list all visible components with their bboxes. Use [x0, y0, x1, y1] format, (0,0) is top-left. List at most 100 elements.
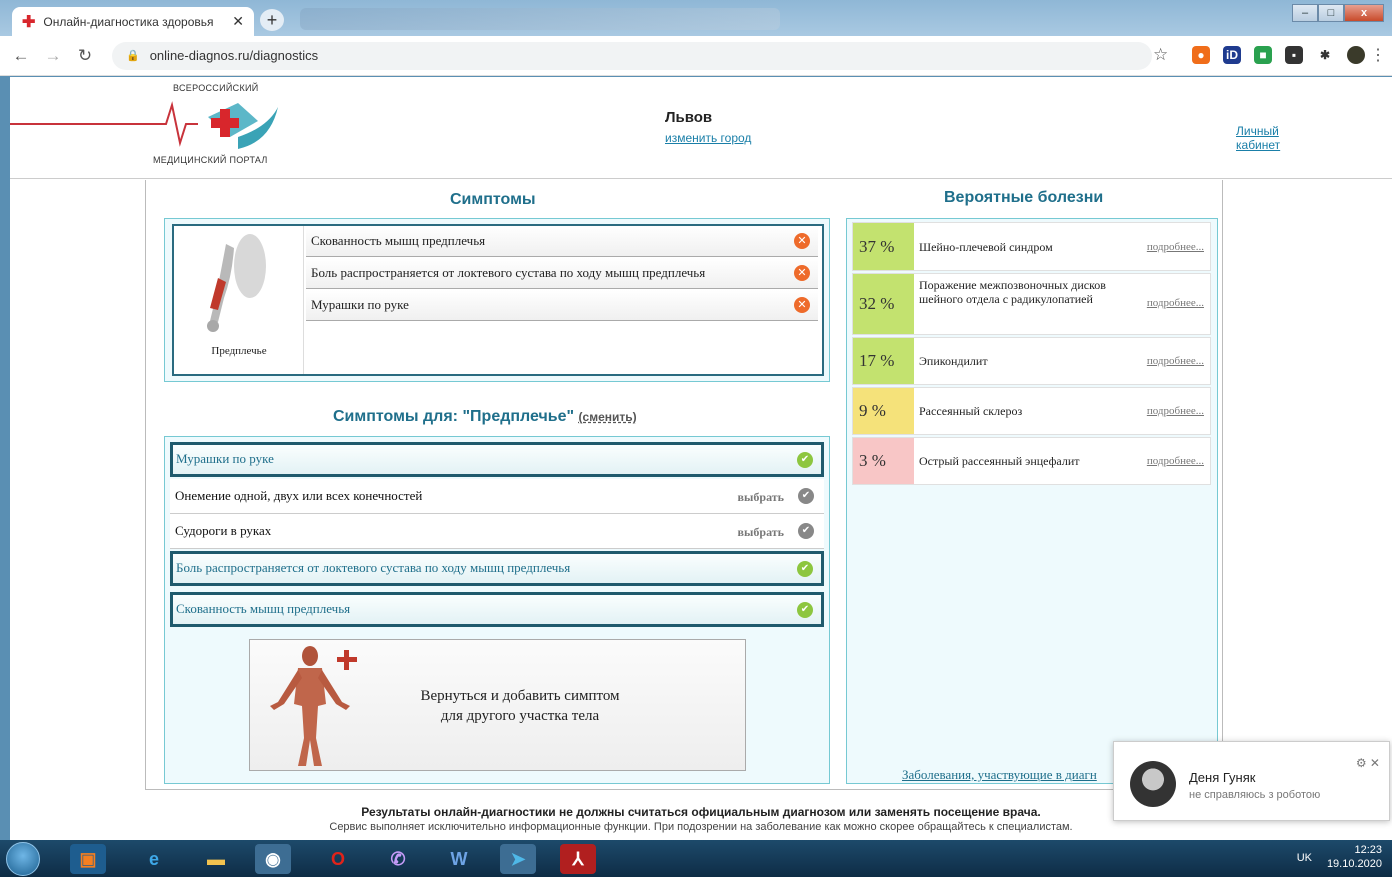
selected-symptom-row: Мурашки по руке ✕: [306, 290, 818, 321]
extension-icon[interactable]: iD: [1223, 46, 1241, 64]
url-text: online-diagnos.ru/diagnostics: [149, 48, 319, 63]
language-indicator[interactable]: UK: [1297, 852, 1312, 864]
more-link[interactable]: подробнее...: [1147, 355, 1204, 367]
system-clock[interactable]: 12:23 19.10.2020: [1327, 843, 1382, 871]
option-text: Мурашки по руке: [176, 451, 274, 466]
close-window-button[interactable]: x: [1344, 4, 1384, 22]
browser-tab-active[interactable]: ✚ Онлайн-диагностика здоровья ✕: [12, 7, 254, 36]
back-line-1: Вернуться и добавить симптом: [420, 688, 620, 704]
url-field[interactable]: 🔒 online-diagnos.ru/diagnostics: [112, 41, 1152, 70]
selected-symptom-row: Скованность мышц предплечья ✕: [306, 226, 818, 257]
disease-percent: 32 %: [853, 274, 914, 334]
pick-button[interactable]: выбрать: [738, 490, 784, 505]
sender-name: Деня Гуняк: [1189, 770, 1256, 785]
disease-name: Острый рассеянный энцефалит: [919, 454, 1080, 468]
forward-arrow-icon[interactable]: →: [42, 46, 64, 66]
extension-icon[interactable]: ●: [1192, 46, 1210, 64]
option-text: Боль распространяется от локтевого суста…: [176, 560, 571, 575]
disease-row[interactable]: 37 % Шейно-плечевой синдром подробнее...: [852, 222, 1211, 271]
symptom-option-selected[interactable]: Скованность мышц предплечья ✔: [170, 592, 824, 627]
remove-symptom-icon[interactable]: ✕: [794, 233, 810, 249]
check-icon: ✔: [798, 488, 814, 504]
disease-row[interactable]: 3 % Острый рассеянный энцефалит подробне…: [852, 437, 1211, 485]
symptom-option[interactable]: Онемение одной, двух или всех конечносте…: [170, 479, 824, 514]
clock-date: 19.10.2020: [1326, 858, 1382, 870]
outlook-app-icon[interactable]: ▣: [70, 844, 106, 874]
diseases-panel: 37 % Шейно-плечевой синдром подробнее...…: [846, 218, 1218, 784]
lock-icon: 🔒: [126, 50, 140, 62]
avatar: [1130, 761, 1176, 807]
change-body-part-link[interactable]: (сменить): [579, 410, 637, 424]
opera-app-icon[interactable]: O: [320, 844, 356, 874]
maximize-button[interactable]: □: [1318, 4, 1344, 22]
medical-cross-favicon-icon: ✚: [22, 13, 36, 31]
symptom-option-selected[interactable]: Мурашки по руке ✔: [170, 442, 824, 477]
disease-name: Поражение межпозвоночных дисков шейного …: [919, 278, 1106, 306]
more-link[interactable]: подробнее...: [1147, 241, 1204, 253]
chat-notification[interactable]: Деня Гуняк не справляюсь з роботою ⚙ ✕: [1113, 741, 1390, 821]
forearm-figure-icon: [207, 234, 266, 332]
telegram-app-icon[interactable]: ➤: [500, 844, 536, 874]
logo-text-top: ВСЕРОССИЙСКИЙ: [173, 83, 259, 93]
symptom-option[interactable]: Судороги в руках выбрать ✔: [170, 514, 824, 549]
notification-close-icon[interactable]: ⚙ ✕: [1356, 756, 1380, 770]
disease-row[interactable]: 32 % Поражение межпозвоночных дисков шей…: [852, 273, 1211, 335]
personal-cabinet-link[interactable]: Личный кабинет: [1236, 124, 1296, 152]
logo-pulse-line: [10, 123, 160, 125]
explorer-folder-icon[interactable]: ▬: [198, 844, 234, 874]
disease-name: Рассеянный склероз: [919, 404, 1023, 418]
more-link[interactable]: подробнее...: [1147, 297, 1204, 309]
reload-icon[interactable]: ↻: [74, 46, 96, 66]
menu-kebab-icon[interactable]: ⋮: [1370, 45, 1386, 65]
symptom-text: Скованность мышц предплечья: [311, 233, 486, 248]
word-app-icon[interactable]: W: [441, 844, 477, 874]
change-city-link[interactable]: изменить город: [665, 131, 751, 145]
option-text: Судороги в руках: [175, 523, 272, 538]
more-link[interactable]: подробнее...: [1147, 455, 1204, 467]
tab-title: Онлайн-диагностика здоровья: [43, 14, 214, 29]
browser-tab-strip: ✚ Онлайн-диагностика здоровья ✕ + – □ x: [0, 0, 1392, 36]
tab-close-icon[interactable]: ✕: [232, 13, 244, 30]
option-text: Онемение одной, двух или всех конечносте…: [175, 488, 423, 503]
disclaimer-text: Сервис выполняет исключительно информаци…: [329, 821, 1073, 833]
viber-app-icon[interactable]: ✆: [380, 844, 416, 874]
selected-symptoms-panel: Предплечье Скованность мышц предплечья ✕…: [164, 218, 830, 382]
start-button[interactable]: [6, 842, 40, 876]
logo-icon: [158, 101, 278, 149]
disease-name: Эпикондилит: [919, 354, 988, 368]
back-line-2: для другого участка тела: [440, 708, 600, 724]
symptom-options-panel: Мурашки по руке ✔ Онемение одной, двух и…: [164, 436, 830, 784]
ie-app-icon[interactable]: e: [136, 844, 172, 874]
window-controls: – □ x: [1292, 4, 1384, 22]
bookmark-star-icon[interactable]: ☆: [1153, 45, 1168, 65]
extension-icon[interactable]: ■: [1254, 46, 1272, 64]
remove-symptom-icon[interactable]: ✕: [794, 265, 810, 281]
disease-percent: 17 %: [853, 338, 914, 384]
disease-row[interactable]: 17 % Эпикондилит подробнее...: [852, 337, 1211, 385]
disease-row[interactable]: 9 % Рассеянный склероз подробнее...: [852, 387, 1211, 435]
more-link[interactable]: подробнее...: [1147, 405, 1204, 417]
chrome-app-icon[interactable]: ◉: [255, 844, 291, 874]
body-part-label: Предплечье: [211, 345, 267, 357]
extensions-area: ● iD ■ ▪ ✱: [1192, 46, 1365, 64]
windows-taskbar: ▣ e ▬ ◉ O ✆ W ➤ ⅄ UK 12:23 19.10.2020: [0, 840, 1392, 877]
symptom-text: Боль распространяется от локтевого суста…: [311, 265, 706, 280]
body-part-thumbnail[interactable]: Предплечье: [174, 226, 304, 374]
pick-button[interactable]: выбрать: [738, 525, 784, 540]
related-diseases-link[interactable]: Заболевания, участвующие в диагн: [902, 767, 1097, 783]
profile-avatar[interactable]: [1347, 46, 1365, 64]
puzzle-icon[interactable]: ✱: [1316, 46, 1334, 64]
logo-text-bottom: МЕДИЦИНСКИЙ ПОРТАЛ: [153, 155, 268, 165]
new-tab-button[interactable]: +: [260, 9, 284, 31]
option-text: Скованность мышц предплечья: [176, 601, 351, 616]
pdf-app-icon[interactable]: ⅄: [560, 844, 596, 874]
add-other-body-part-button[interactable]: Вернуться и добавить симптом для другого…: [249, 639, 746, 771]
address-bar-row: ← → ↻ 🔒 online-diagnos.ru/diagnostics ☆ …: [0, 36, 1392, 76]
symptom-option-selected[interactable]: Боль распространяется от локтевого суста…: [170, 551, 824, 586]
extension-icon[interactable]: ▪: [1285, 46, 1303, 64]
message-preview: не справляюсь з роботою: [1189, 789, 1321, 801]
disease-percent: 37 %: [853, 223, 914, 270]
back-arrow-icon[interactable]: ←: [10, 46, 32, 66]
remove-symptom-icon[interactable]: ✕: [794, 297, 810, 313]
minimize-button[interactable]: –: [1292, 4, 1318, 22]
